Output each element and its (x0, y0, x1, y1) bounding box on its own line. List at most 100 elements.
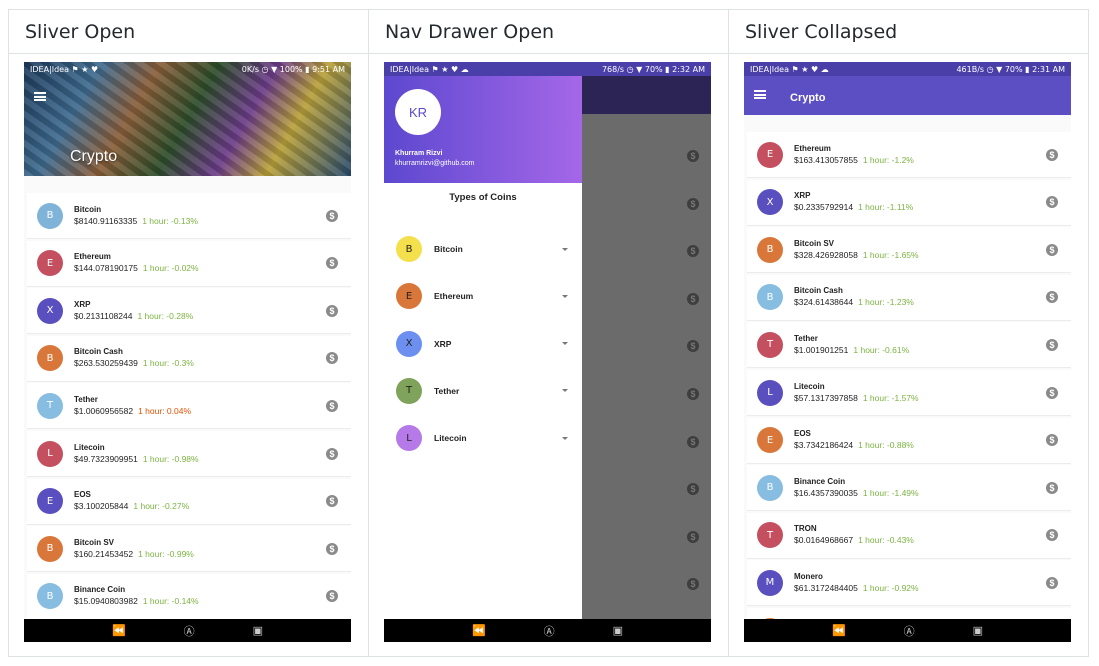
coin-card[interactable]: E EOS $3.7342186424 1 hour: -0.88% $ (747, 417, 1071, 464)
back-icon[interactable]: ⏪ (112, 624, 126, 637)
coin-card[interactable]: E Ethereum $163.413057855 1 hour: -1.2% $ (747, 132, 1071, 178)
column-sliver-collapsed: Sliver Collapsed Crypto IDEA|Idea ⚑ ★ ♥ … (729, 10, 1088, 656)
app-title: Crypto (70, 148, 118, 165)
dollar-icon[interactable]: $ (326, 542, 338, 555)
coin-card[interactable]: B Bitcoin Cash $263.530259439 1 hour: -0.3%… (27, 335, 351, 382)
coin-card[interactable]: X XRP $0.2131108244 1 hour: -0.28% $ (27, 288, 351, 335)
coin-avatar: E (757, 427, 783, 454)
drawer-item-xrp[interactable]: X XRP (384, 324, 582, 364)
system-navbar: ⏪ Ⓐ ▣ (384, 619, 711, 642)
coin-price-line: $163.413057855 1 hour: -1.2% (794, 154, 1046, 167)
user-avatar[interactable]: KR (395, 89, 441, 135)
dollar-icon[interactable]: $ (1046, 148, 1058, 161)
coin-price: $0.2335792914 (794, 202, 854, 213)
dollar-icon[interactable]: $ (1046, 529, 1058, 542)
coin-avatar: B (396, 236, 422, 262)
coin-card[interactable]: L Litecoin $57.1317397858 1 hour: -1.57% $ (747, 370, 1071, 416)
home-icon[interactable]: Ⓐ (544, 623, 555, 639)
coin-change: 1 hour: -0.88% (858, 440, 914, 451)
drawer-item-tether[interactable]: T Tether (384, 371, 582, 411)
coin-card[interactable]: B Bitcoin Cash $324.61438644 1 hour: -1.23%… (747, 274, 1071, 321)
coin-name: TRON (794, 524, 817, 534)
drawer-item-bitcoin[interactable]: B Bitcoin (384, 229, 582, 269)
coin-change: 1 hour: -0.3% (142, 358, 194, 369)
drawer-item-ethereum[interactable]: E Ethereum (384, 276, 582, 316)
recent-apps-icon[interactable]: ▣ (613, 624, 623, 637)
coin-card[interactable]: M Monero $61.3172484405 1 hour: -0.92% $ (747, 560, 1071, 607)
coin-price: $1.0060956582 (74, 405, 134, 416)
coin-card[interactable]: B Binance Coin $15.0940803982 1 hour: -0.14… (27, 573, 351, 620)
coin-change: 1 hour: -1.65% (862, 249, 919, 260)
column-sliver-open: Sliver Open Crypto IDEA|Idea ⚑ ★ ♥ 0K/s … (9, 10, 369, 656)
back-icon[interactable]: ⏪ (832, 624, 846, 637)
dollar-icon[interactable]: $ (326, 304, 338, 317)
coin-name: XRP (74, 299, 91, 309)
status-right: 768/s ◷ ▼ 70% ▮ 2:32 AM (601, 64, 705, 74)
dollar-icon[interactable]: $ (326, 352, 338, 365)
dollar-icon[interactable]: $ (326, 590, 338, 603)
coin-name: Litecoin (74, 442, 105, 452)
coin-price-line: $15.0940803982 1 hour: -0.14% (74, 595, 326, 608)
dollar-icon[interactable]: $ (326, 495, 338, 508)
chevron-down-icon[interactable] (562, 436, 568, 440)
home-icon[interactable]: Ⓐ (184, 623, 195, 639)
menu-icon[interactable] (34, 92, 46, 101)
chevron-down-icon[interactable] (562, 294, 568, 298)
chevron-down-icon[interactable] (562, 247, 568, 251)
coin-card[interactable]: B Bitcoin $8140.91163335 1 hour: -0.13% $ (27, 193, 351, 239)
coin-text: Bitcoin $8140.91163335 1 hour: -0.13% (74, 204, 326, 228)
dollar-icon[interactable]: $ (1046, 434, 1058, 447)
dollar-icon: $ (687, 530, 699, 543)
dollar-icon[interactable]: $ (1046, 576, 1058, 589)
drawer-item-label: XRP (434, 338, 452, 349)
dollar-icon[interactable]: $ (1046, 338, 1058, 351)
coin-card[interactable]: E Ethereum $144.078190175 1 hour: -0.02% $ (27, 240, 351, 287)
coin-price: $0.2131108244 (74, 310, 133, 321)
coin-card[interactable]: B Bitcoin SV $160.21453452 1 hour: -0.99% $ (27, 526, 351, 573)
menu-icon[interactable] (754, 90, 766, 99)
coin-price-line: $3.7342186424 1 hour: -0.88% (794, 439, 1046, 452)
user-name: Khurram Rizvi (395, 150, 443, 157)
dollar-icon[interactable]: $ (1046, 481, 1058, 494)
home-icon[interactable]: Ⓐ (904, 623, 915, 639)
chevron-down-icon[interactable] (562, 389, 568, 393)
dollar-icon: $ (687, 292, 699, 305)
recent-apps-icon[interactable]: ▣ (973, 624, 983, 637)
chevron-down-icon[interactable] (562, 342, 568, 346)
coin-price: $144.078190175 (74, 263, 138, 274)
coin-card[interactable]: E EOS $3.100205844 1 hour: -0.27% $ (27, 478, 351, 525)
coin-card[interactable]: T TRON $0.0164968667 1 hour: -0.43% $ (747, 512, 1071, 559)
coin-card[interactable]: X XRP $0.2335792914 1 hour: -1.11% $ (747, 179, 1071, 226)
coin-text: Tether $1.0060956582 1 hour: 0.04% (74, 394, 326, 418)
coin-text: Litecoin $57.1317397858 1 hour: -1.57% (794, 381, 1046, 405)
dollar-icon[interactable]: $ (326, 399, 338, 412)
coin-avatar: B (757, 236, 783, 263)
recent-apps-icon[interactable]: ▣ (253, 624, 263, 637)
dollar-icon[interactable]: $ (326, 209, 338, 222)
coin-card[interactable]: T Tether $1.001901251 1 hour: -0.61% $ (747, 322, 1071, 369)
coin-change: 1 hour: -1.23% (858, 297, 914, 308)
dollar-icon[interactable]: $ (326, 257, 338, 270)
coin-card[interactable]: B Bitcoin SV $328.426928058 1 hour: -1.65% $ (747, 227, 1071, 274)
drawer-item-litecoin[interactable]: L Litecoin (384, 418, 582, 458)
dollar-icon[interactable]: $ (1046, 386, 1058, 399)
coin-card[interactable]: T Tether $1.0060956582 1 hour: 0.04% $ (27, 383, 351, 430)
dollar-icon[interactable]: $ (1046, 243, 1058, 256)
coin-card[interactable]: L Litecoin $49.7323909951 1 hour: -0.98% $ (27, 431, 351, 477)
coin-change: 1 hour: -1.49% (862, 487, 919, 498)
coin-card[interactable]: B Binance Coin $16.4357390035 1 hour: -1.49… (747, 465, 1071, 512)
drawer-section-title: Types of Coins (449, 192, 517, 203)
coin-text: XRP $0.2131108244 1 hour: -0.28% (74, 299, 326, 323)
coin-text: XRP $0.2335792914 1 hour: -1.11% (794, 190, 1046, 214)
dollar-icon[interactable]: $ (326, 447, 338, 460)
dollar-icon: $ (687, 483, 699, 496)
coin-avatar: B (757, 474, 783, 501)
coin-change: 1 hour: -0.43% (858, 535, 914, 546)
coin-price-line: $49.7323909951 1 hour: -0.98% (74, 453, 326, 466)
coin-price-line: $328.426928058 1 hour: -1.65% (794, 249, 1046, 262)
dollar-icon[interactable]: $ (1046, 291, 1058, 304)
dollar-icon: $ (687, 578, 699, 591)
back-icon[interactable]: ⏪ (472, 624, 486, 637)
dollar-icon[interactable]: $ (1046, 196, 1058, 209)
coin-avatar: B (37, 535, 63, 562)
